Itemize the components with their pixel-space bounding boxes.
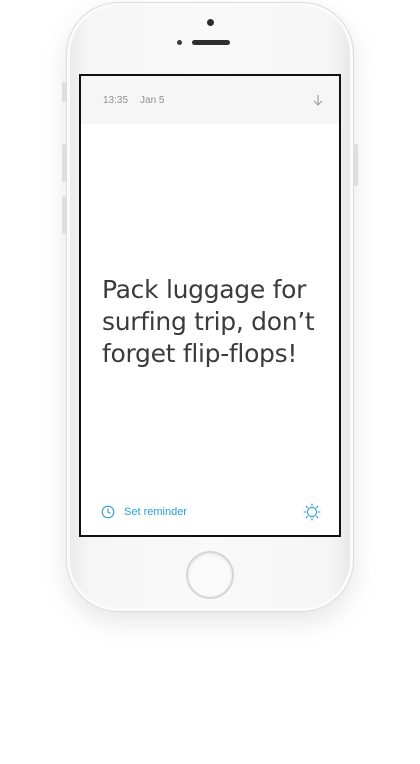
volume-down-button bbox=[62, 196, 66, 234]
sun-icon[interactable] bbox=[303, 503, 321, 521]
mockup-stage: 13:35 Jan 5 Pack luggage for surfing tri… bbox=[0, 0, 420, 764]
earpiece-speaker bbox=[192, 40, 230, 45]
proximity-sensor bbox=[177, 40, 182, 45]
note-header: 13:35 Jan 5 bbox=[81, 76, 339, 124]
power-button bbox=[354, 144, 358, 186]
note-time: 13:35 bbox=[103, 94, 129, 106]
set-reminder-button[interactable]: Set reminder bbox=[101, 505, 187, 519]
note-footer: Set reminder bbox=[101, 502, 321, 522]
arrow-down-icon[interactable] bbox=[311, 93, 325, 107]
clock-icon bbox=[101, 505, 115, 519]
mute-switch bbox=[62, 82, 66, 102]
phone-screen: 13:35 Jan 5 Pack luggage for surfing tri… bbox=[79, 74, 341, 537]
note-text[interactable]: Pack luggage for surfing trip, don’t for… bbox=[102, 274, 324, 370]
home-button[interactable] bbox=[186, 551, 234, 599]
volume-up-button bbox=[62, 144, 66, 182]
note-date: Jan 5 bbox=[140, 94, 165, 106]
front-camera bbox=[207, 19, 214, 26]
set-reminder-label: Set reminder bbox=[124, 506, 187, 518]
